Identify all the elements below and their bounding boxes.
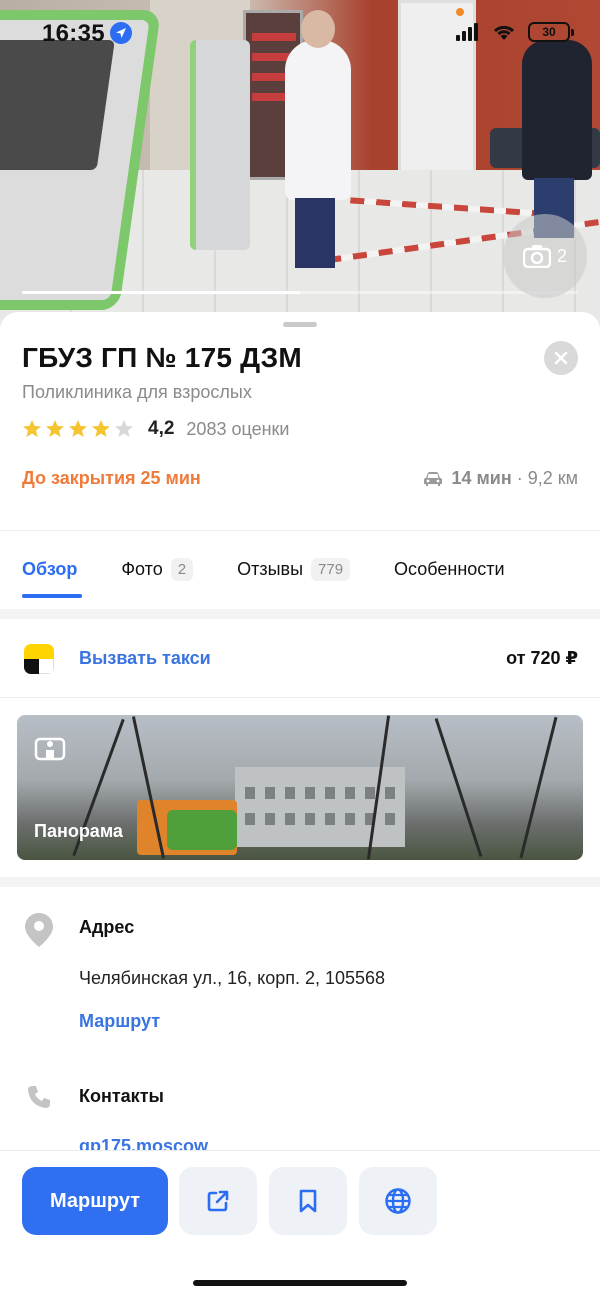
- website-button[interactable]: [359, 1167, 437, 1235]
- photo-person: [285, 10, 351, 268]
- section-separator: [0, 877, 600, 887]
- tab-label: Фото: [121, 558, 163, 579]
- star-filled-icon: [92, 420, 110, 437]
- bottom-action-bar: Маршрут: [0, 1150, 600, 1297]
- star-filled-icon: [69, 420, 87, 437]
- rating-stars: [22, 419, 134, 439]
- tab-reviews[interactable]: Отзывы 779: [237, 557, 351, 581]
- panorama-playground: [167, 810, 237, 850]
- status-bar: 16:35 30: [0, 0, 600, 64]
- taxi-price: от 720 ₽: [506, 648, 578, 668]
- phone-icon: [28, 1086, 50, 1108]
- bookmark-button[interactable]: [269, 1167, 347, 1235]
- star-filled-icon: [23, 420, 41, 437]
- share-icon: [207, 1190, 229, 1212]
- place-title: ГБУЗ ГП № 175 ДЗМ: [22, 342, 302, 373]
- contacts-title: Контакты: [79, 1086, 164, 1106]
- tab-features[interactable]: Особенности: [394, 559, 505, 580]
- taxi-logo-icon: [24, 644, 54, 674]
- tab-photos[interactable]: Фото 2: [121, 557, 194, 581]
- home-indicator[interactable]: [193, 1280, 407, 1286]
- tab-overview[interactable]: Обзор: [22, 559, 77, 580]
- rating-count: 2083 оценки: [186, 418, 290, 439]
- car-icon: [424, 471, 443, 486]
- camera-icon: [522, 245, 551, 268]
- section-separator: [0, 609, 600, 619]
- sheet-grabber[interactable]: [283, 322, 317, 327]
- tab-bar: Обзор Фото 2 Отзывы 779 Особенности: [22, 556, 549, 582]
- tab-count-badge: 2: [170, 557, 194, 581]
- photo-kiosk: [190, 40, 250, 250]
- tab-count-badge: 779: [311, 557, 351, 581]
- battery-icon: 30: [528, 22, 574, 42]
- close-icon: [554, 351, 568, 365]
- close-button[interactable]: [544, 341, 578, 375]
- route-button[interactable]: Маршрут: [22, 1167, 168, 1235]
- tab-label: Особенности: [394, 558, 505, 579]
- tab-label: Отзывы: [237, 558, 304, 579]
- star-empty-icon: [115, 420, 133, 437]
- panorama-tree: [434, 718, 483, 857]
- tab-label: Обзор: [22, 558, 78, 579]
- rating-row[interactable]: 4,2 2083 оценки: [22, 418, 289, 440]
- divider: [0, 530, 600, 531]
- divider: [0, 697, 600, 698]
- privacy-dot-icon: [456, 8, 464, 16]
- photo-progress-bar: [22, 291, 578, 294]
- panorama-tree: [519, 716, 558, 859]
- place-category: Поликлиника для взрослых: [22, 382, 252, 402]
- photo-count: 2: [556, 245, 567, 266]
- panorama-label: Панорама: [34, 821, 123, 841]
- status-time: 16:35: [42, 20, 105, 47]
- battery-level: 30: [542, 25, 556, 39]
- address-title: Адрес: [79, 917, 135, 937]
- taxi-label: Вызвать такси: [79, 648, 211, 668]
- taxi-row[interactable]: Вызвать такси от 720 ₽: [0, 630, 600, 690]
- photo-count-button[interactable]: 2: [503, 214, 587, 298]
- address-route-link[interactable]: Маршрут: [79, 1011, 160, 1032]
- cellular-signal-icon: [456, 23, 478, 41]
- location-pin-icon: [25, 913, 53, 947]
- star-filled-icon: [46, 420, 64, 437]
- route-button-label: Маршрут: [49, 1189, 141, 1212]
- active-tab-indicator: [22, 594, 82, 598]
- travel-info[interactable]: 14 мин · 9,2 км: [423, 468, 578, 489]
- panorama-icon: [34, 737, 66, 761]
- opening-hours-status[interactable]: До закрытия 25 мин: [22, 468, 201, 489]
- globe-icon: [385, 1188, 411, 1214]
- place-photo[interactable]: 16:35 30 2: [0, 0, 600, 330]
- rating-value: 4,2: [148, 418, 175, 439]
- location-arrow-icon: [110, 22, 132, 44]
- wifi-icon: [493, 25, 515, 40]
- panorama-card[interactable]: Панорама: [17, 715, 583, 860]
- bookmark-icon: [299, 1189, 317, 1213]
- travel-time: 14 мин: [451, 468, 512, 488]
- address-text[interactable]: Челябинская ул., 16, корп. 2, 105568: [79, 968, 385, 989]
- travel-distance: · 9,2 км: [511, 468, 578, 488]
- share-button[interactable]: [179, 1167, 257, 1235]
